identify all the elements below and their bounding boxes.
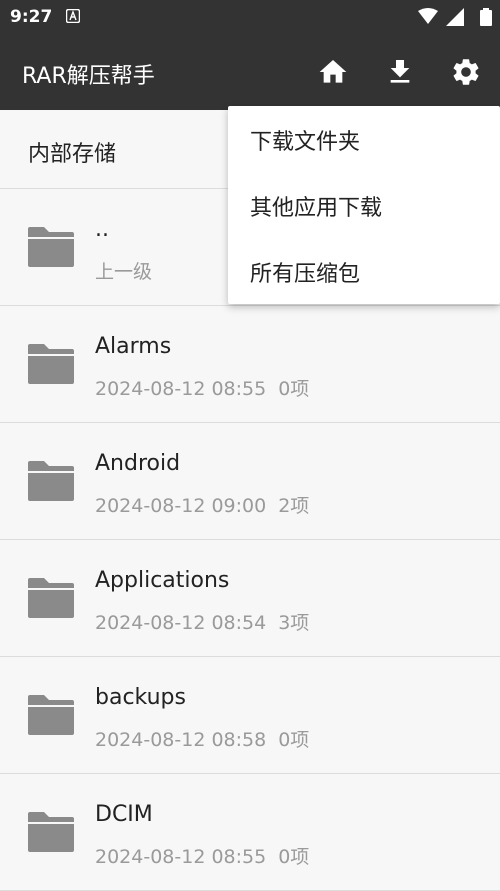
download-button[interactable] xyxy=(384,56,416,88)
signal-icon xyxy=(446,8,464,26)
file-count: 0项 xyxy=(278,378,310,400)
file-meta: 2024-08-12 08:55 0项 xyxy=(95,374,309,401)
storage-path-label: 内部存储 xyxy=(28,142,117,167)
status-bar: 9:27 xyxy=(0,0,500,34)
download-icon xyxy=(390,60,410,83)
file-meta: 2024-08-12 08:54 3项 xyxy=(95,608,309,635)
file-date: 2024-08-12 08:55 xyxy=(95,378,267,400)
file-meta: 2024-08-12 08:58 0项 xyxy=(95,725,309,752)
file-meta: 2024-08-12 08:55 0项 xyxy=(95,842,309,869)
app-title: RAR解压帮手 xyxy=(22,64,155,89)
battery-icon xyxy=(480,8,492,26)
file-name: DCIM xyxy=(95,802,153,827)
folder-icon xyxy=(28,227,74,267)
folder-row-android[interactable]: Android 2024-08-12 09:00 2项 xyxy=(0,423,500,540)
file-date: 2024-08-12 08:58 xyxy=(95,729,267,751)
file-name: Android xyxy=(95,451,181,476)
file-date: 2024-08-12 09:00 xyxy=(95,495,267,517)
file-count: 0项 xyxy=(278,846,310,868)
menu-item-all-archives[interactable]: 所有压缩包 xyxy=(250,256,360,288)
menu-item-other-app-downloads[interactable]: 其他应用下载 xyxy=(250,190,382,222)
folder-row-alarms[interactable]: Alarms 2024-08-12 08:55 0项 xyxy=(0,306,500,423)
file-count: 0项 xyxy=(278,729,310,751)
file-meta: 2024-08-12 09:00 2项 xyxy=(95,491,309,518)
file-name: backups xyxy=(95,685,186,710)
app-bar: RAR解压帮手 xyxy=(0,34,500,110)
file-name: .. xyxy=(95,217,109,242)
file-date: 上一级 xyxy=(95,261,153,283)
folder-icon xyxy=(28,344,74,384)
settings-button[interactable] xyxy=(450,56,482,88)
folder-row-applications[interactable]: Applications 2024-08-12 08:54 3项 xyxy=(0,540,500,657)
folder-row-dcim[interactable]: DCIM 2024-08-12 08:55 0项 xyxy=(0,774,500,891)
file-date: 2024-08-12 08:55 xyxy=(95,846,267,868)
settings-icon xyxy=(453,59,479,85)
menu-item-download-folder[interactable]: 下载文件夹 xyxy=(250,124,360,156)
app-notification-icon xyxy=(66,9,80,23)
file-name: Applications xyxy=(95,568,230,593)
home-icon xyxy=(319,60,347,83)
file-date: 2024-08-12 08:54 xyxy=(95,612,267,634)
download-locations-menu: 下载文件夹 其他应用下载 所有压缩包 xyxy=(228,106,500,304)
file-count: 3项 xyxy=(278,612,310,634)
folder-icon xyxy=(28,695,74,735)
folder-icon xyxy=(28,578,74,618)
file-name: Alarms xyxy=(95,334,172,359)
status-time: 9:27 xyxy=(10,7,53,27)
file-count: 2项 xyxy=(278,495,310,517)
wifi-icon xyxy=(418,8,438,24)
folder-row-backups[interactable]: backups 2024-08-12 08:58 0项 xyxy=(0,657,500,774)
file-meta: 上一级 xyxy=(95,257,152,284)
home-button[interactable] xyxy=(317,56,349,88)
folder-icon xyxy=(28,461,74,501)
folder-icon xyxy=(28,812,74,852)
